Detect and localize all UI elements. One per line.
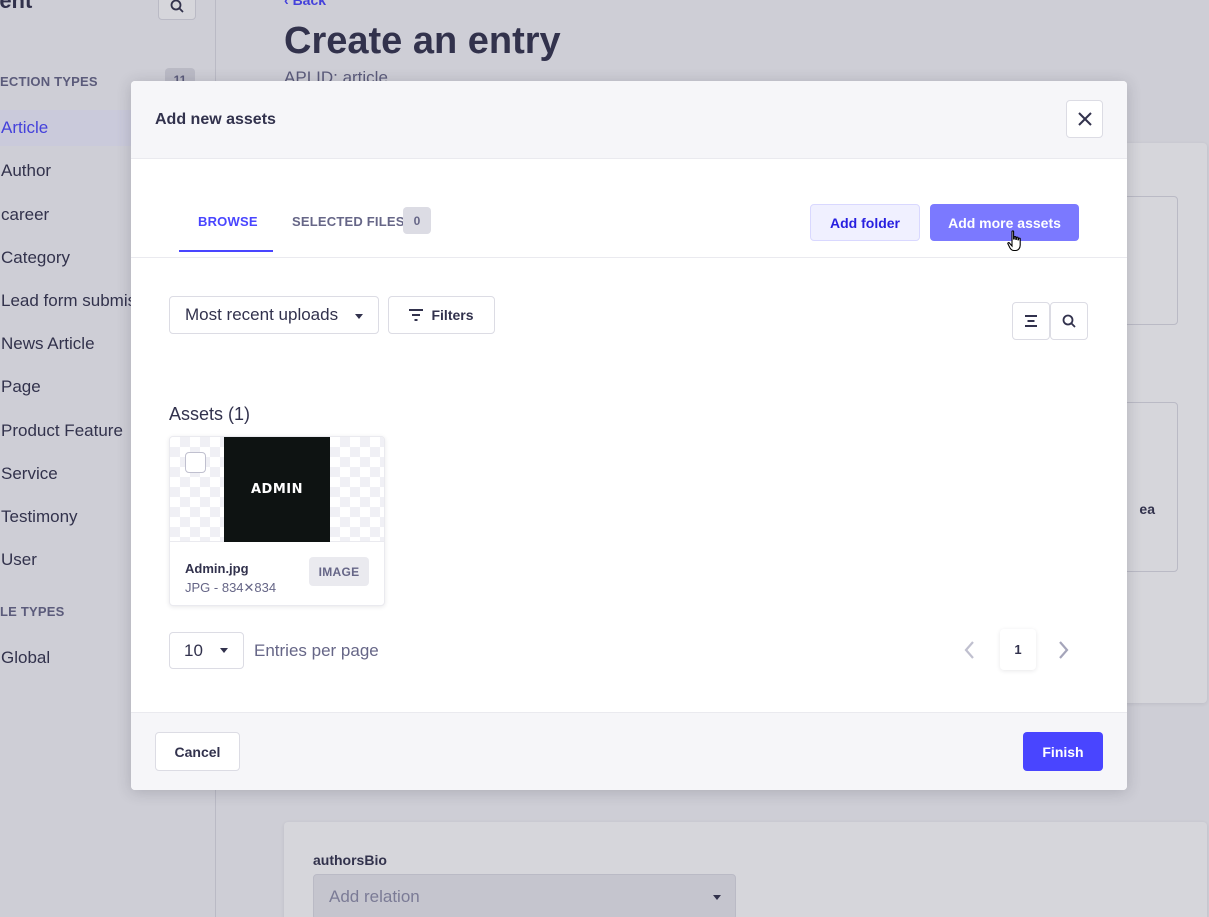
close-icon: [1077, 112, 1092, 126]
modal-footer: Cancel Finish: [131, 712, 1127, 790]
active-tab-indicator: [179, 250, 273, 252]
filters-label: Filters: [431, 307, 474, 323]
modal-header: Add new assets: [131, 81, 1127, 159]
add-more-assets-button[interactable]: Add more assets: [930, 204, 1079, 241]
chevron-left-icon[interactable]: [963, 640, 977, 660]
pagination-current-page[interactable]: 1: [1000, 629, 1036, 670]
add-assets-modal: Add new assets BROWSE SELECTED FILES 0 A…: [131, 81, 1127, 790]
add-folder-button[interactable]: Add folder: [810, 204, 920, 241]
asset-image-text: ADMIN: [250, 482, 303, 497]
asset-thumbnail: ADMIN: [170, 437, 384, 542]
list-view-toggle[interactable]: [1012, 302, 1050, 340]
list-view-icon: [1025, 315, 1037, 327]
search-icon: [1062, 314, 1076, 328]
sort-value: Most recent uploads: [185, 305, 339, 324]
asset-type-badge: IMAGE: [309, 557, 369, 586]
selected-files-count: 0: [403, 207, 431, 234]
hand-cursor-icon: [1007, 230, 1021, 252]
asset-image: ADMIN: [224, 437, 330, 542]
per-page-value: 10: [184, 640, 203, 660]
entries-per-page-label: Entries per page: [254, 641, 379, 660]
caret-down-icon: [220, 648, 228, 653]
search-assets-button[interactable]: [1050, 302, 1088, 340]
chevron-right-icon[interactable]: [1056, 640, 1070, 660]
filters-button[interactable]: Filters: [388, 296, 495, 334]
finish-button[interactable]: Finish: [1023, 732, 1103, 771]
caret-down-icon: [355, 314, 363, 319]
filter-icon: [409, 309, 424, 321]
asset-meta: JPG - 834✕834: [185, 580, 277, 595]
tabs-bar: BROWSE SELECTED FILES 0 Add folder Add m…: [131, 159, 1127, 258]
asset-name: Admin.jpg: [185, 561, 249, 576]
cancel-button[interactable]: Cancel: [155, 732, 240, 771]
asset-card[interactable]: ADMIN Admin.jpg JPG - 834✕834 IMAGE: [169, 436, 385, 606]
asset-checkbox[interactable]: [185, 452, 206, 473]
sort-select[interactable]: Most recent uploads: [169, 296, 379, 334]
tab-browse[interactable]: BROWSE: [198, 214, 258, 229]
modal-title: Add new assets: [155, 111, 276, 128]
assets-heading: Assets (1): [169, 404, 251, 424]
entries-per-page-select[interactable]: 10: [169, 632, 244, 669]
tab-selected-files[interactable]: SELECTED FILES: [292, 214, 405, 229]
close-button[interactable]: [1066, 100, 1103, 138]
